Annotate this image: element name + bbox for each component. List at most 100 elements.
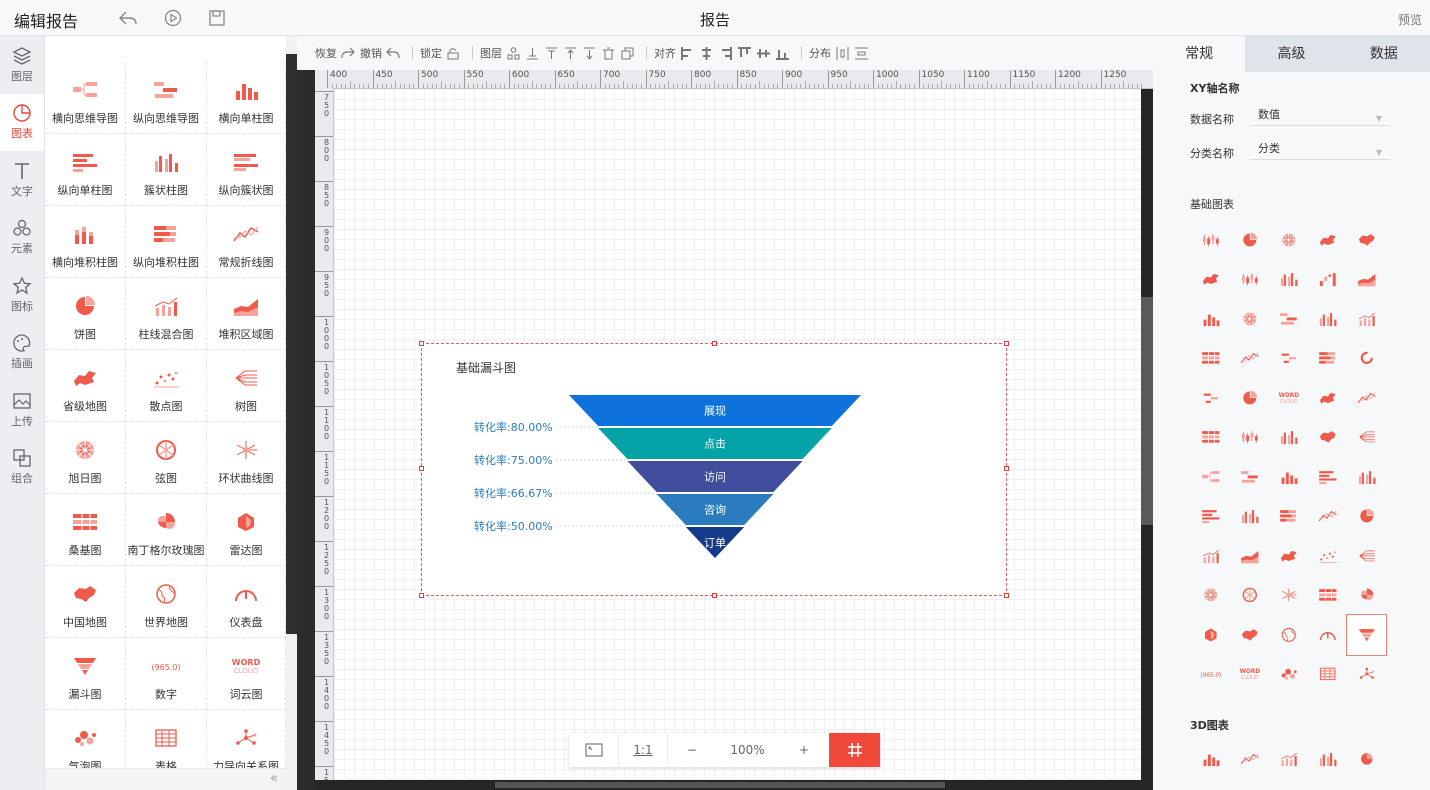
chart-type-candlestick[interactable] <box>1230 260 1269 300</box>
chart-type-map-province[interactable] <box>1308 220 1347 260</box>
chart-type-radar[interactable] <box>1191 615 1230 655</box>
redo-icon[interactable] <box>341 46 355 60</box>
align-bottom-icon[interactable] <box>775 46 789 60</box>
align-top-icon[interactable] <box>737 46 751 60</box>
chart-type-line[interactable] <box>1347 378 1386 418</box>
palette-item-sunburst[interactable]: 旭日图 <box>45 422 126 494</box>
zoom-out-button[interactable]: − <box>668 733 716 767</box>
collapse-panel-button[interactable]: « <box>45 768 286 790</box>
chart-type-bar-cluster[interactable] <box>1269 418 1308 458</box>
chart-3d-pie2[interactable] <box>1347 740 1386 778</box>
layer-group-icon[interactable] <box>506 46 520 60</box>
palette-item-bar-hcluster[interactable]: 纵向簇状图 <box>207 134 286 206</box>
align-left-icon[interactable] <box>680 46 694 60</box>
chart-type-mindmap-v[interactable] <box>1269 299 1308 339</box>
restore-button[interactable]: 恢复 <box>315 45 337 61</box>
nav-text[interactable]: 文字 <box>0 151 44 209</box>
palette-item-pie[interactable]: 饼图 <box>45 278 126 350</box>
chart-type-globe[interactable] <box>1269 615 1308 655</box>
zoom-in-button[interactable]: + <box>779 733 829 767</box>
distribute-v-icon[interactable] <box>854 46 868 60</box>
save-icon[interactable] <box>207 8 227 28</box>
chart-type-mindmap-h[interactable] <box>1191 457 1230 497</box>
palette-item-bar-cluster[interactable]: 簇状柱图 <box>126 134 207 206</box>
palette-item-bar-hstack[interactable]: 纵向堆积柱图 <box>126 206 207 278</box>
palette-item-number[interactable]: (965.0) 数字 <box>126 638 207 710</box>
palette-item-radar[interactable]: 雷达图 <box>207 494 286 566</box>
palette-item-funnel[interactable]: 漏斗图 <box>45 638 126 710</box>
chart-type-map-province[interactable] <box>1308 378 1347 418</box>
chart-type-area[interactable] <box>1347 260 1386 300</box>
layer-button[interactable]: 图层 <box>480 45 502 61</box>
chart-type-bar-hstack[interactable] <box>1308 339 1347 379</box>
nav-chart[interactable]: 图表 <box>0 93 44 151</box>
chart-type-bar-h[interactable] <box>1191 497 1230 537</box>
nav-group[interactable]: 组合 <box>0 439 44 497</box>
category-name-select[interactable]: 分类 ▼ <box>1250 140 1390 160</box>
tab-advanced[interactable]: 高级 <box>1245 36 1338 72</box>
chart-type-sankey[interactable] <box>1191 339 1230 379</box>
chart-type-hbar-neg[interactable] <box>1191 378 1230 418</box>
chart-type-table[interactable] <box>1308 655 1347 695</box>
palette-item-mindmap-v[interactable]: 纵向思维导图 <box>126 62 207 134</box>
palette-item-tree[interactable]: 树图 <box>207 350 286 422</box>
actual-size-button[interactable]: 1:1 <box>619 733 668 767</box>
chart-type-candlestick[interactable] <box>1230 418 1269 458</box>
data-name-select[interactable]: 数值 ▼ <box>1250 106 1390 126</box>
chart-type-ring[interactable] <box>1347 339 1386 379</box>
chart-type-bar-line[interactable] <box>1191 536 1230 576</box>
funnel-chart-component[interactable]: 基础漏斗图 展现 点击 访问 咨询 订单 转化率:80.00% 转化率:75.00% 转化率:… <box>419 341 1009 598</box>
chart-3d-line[interactable] <box>1230 740 1269 778</box>
chart-type-map-china[interactable] <box>1308 418 1347 458</box>
chart-type-area[interactable] <box>1230 536 1269 576</box>
align-hcenter-icon[interactable] <box>699 46 713 60</box>
chart-type-bar-v[interactable] <box>1269 457 1308 497</box>
chart-type-scatter[interactable] <box>1308 536 1347 576</box>
undo-button[interactable]: 撤销 <box>360 45 382 61</box>
chart-type-sankey[interactable] <box>1191 418 1230 458</box>
canvas-vertical-scrollbar[interactable] <box>1141 89 1153 780</box>
chart-type-force[interactable] <box>1347 655 1386 695</box>
distribute-h-icon[interactable] <box>835 46 849 60</box>
chart-type-line[interactable] <box>1230 339 1269 379</box>
palette-item-bar-stack[interactable]: 横向堆积柱图 <box>45 206 126 278</box>
palette-item-map-province[interactable]: 省级地图 <box>45 350 126 422</box>
palette-item-line[interactable]: 常规折线图 <box>207 206 286 278</box>
distribute-button[interactable]: 分布 <box>809 45 831 61</box>
chart-type-mindmap-v[interactable] <box>1230 457 1269 497</box>
chart-3d-bar-line[interactable] <box>1269 740 1308 778</box>
chart-type-sunburst[interactable] <box>1230 299 1269 339</box>
chart-type-bar-cluster[interactable] <box>1230 497 1269 537</box>
palette-item-globe[interactable]: 世界地图 <box>126 566 207 638</box>
tab-data[interactable]: 数据 <box>1337 36 1430 72</box>
chart-type-gauge[interactable] <box>1308 615 1347 655</box>
move-down-icon[interactable] <box>582 46 596 60</box>
chart-type-sunburst[interactable] <box>1269 220 1308 260</box>
chart-type-bar-cluster[interactable] <box>1347 457 1386 497</box>
nav-element[interactable]: 元素 <box>0 209 44 267</box>
palette-item-sankey[interactable]: 桑基图 <box>45 494 126 566</box>
chart-type-map-province[interactable] <box>1191 260 1230 300</box>
align-vcenter-icon[interactable] <box>756 46 770 60</box>
nav-illustration[interactable]: 插画 <box>0 324 44 382</box>
canvas-left-scrollbar[interactable] <box>297 70 315 790</box>
canvas-horizontal-scrollbar[interactable] <box>315 780 1153 790</box>
chart-type-bar-cluster[interactable] <box>1269 260 1308 300</box>
chart-type-funnel[interactable] <box>1346 614 1387 656</box>
chart-type-bar-line[interactable] <box>1347 299 1386 339</box>
palette-scrollbar[interactable] <box>286 36 297 790</box>
lock-icon[interactable] <box>446 46 460 60</box>
chart-type-tree[interactable] <box>1347 418 1386 458</box>
back-icon[interactable] <box>118 8 138 28</box>
palette-item-scatter[interactable]: 散点图 <box>126 350 207 422</box>
nav-icon[interactable]: 图标 <box>0 266 44 324</box>
palette-item-ring-curve[interactable]: 环状曲线图 <box>207 422 286 494</box>
nav-upload[interactable]: 上传 <box>0 381 44 439</box>
chart-type-chord[interactable] <box>1230 576 1269 616</box>
palette-item-wordcloud[interactable]: WORD CLOUD 词云图 <box>207 638 286 710</box>
chart-type-map-province[interactable] <box>1269 536 1308 576</box>
chart-type-wordcloud[interactable]: WORD CLOUD <box>1269 378 1308 418</box>
chart-type-bar-v[interactable] <box>1191 299 1230 339</box>
chart-type-bar-waterfall[interactable] <box>1308 260 1347 300</box>
move-up-icon[interactable] <box>563 46 577 60</box>
